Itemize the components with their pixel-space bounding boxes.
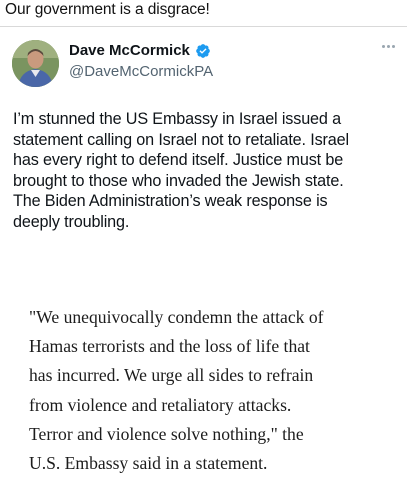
quote-line: Hamas terrorists and the loss of life th… (29, 336, 310, 357)
quote-line: "We unequivocally condemn the attack of (29, 307, 324, 327)
tweet-body: I’m stunned the US Embassy in Israel iss… (13, 109, 403, 233)
quote-line: Terror and violence solve nothing," the (29, 423, 304, 444)
tweet-line: statement calling on Israel not to retal… (13, 130, 349, 149)
author-handle[interactable]: @DaveMcCormickPA (69, 63, 213, 80)
more-options-icon[interactable] (382, 41, 395, 51)
more-dot (382, 44, 385, 48)
verified-badge-icon (196, 43, 210, 58)
quoted-statement: "We unequivocally condemn the attack of … (29, 303, 403, 478)
more-dot (387, 44, 390, 48)
quote-line: from violence and retaliatory attacks. (29, 394, 292, 415)
quote-line: U.S. Embassy said in a statement. (29, 453, 268, 474)
tweet-line: deeply troubling. (13, 212, 130, 231)
tweet-line: The Biden Administration’s weak response… (13, 192, 328, 211)
post-caption: Our government is a disgrace! (5, 1, 210, 18)
more-dot (392, 44, 395, 48)
author-name[interactable]: Dave McCormick (69, 42, 211, 59)
avatar-photo (12, 40, 59, 87)
tweet-line: I’m stunned the US Embassy in Israel iss… (13, 110, 341, 128)
tweet-line: has every right to defend itself. Justic… (13, 151, 344, 170)
author-name-text: Dave McCormick (69, 42, 190, 59)
quote-line: has incurred. We urge all sides to refra… (29, 365, 314, 386)
tweet-line: brought to those who invaded the Jewish … (13, 171, 344, 190)
avatar[interactable] (12, 40, 59, 87)
tweet-card[interactable]: Dave McCormick @DaveMcCormickPA I’m stun… (0, 26, 407, 500)
